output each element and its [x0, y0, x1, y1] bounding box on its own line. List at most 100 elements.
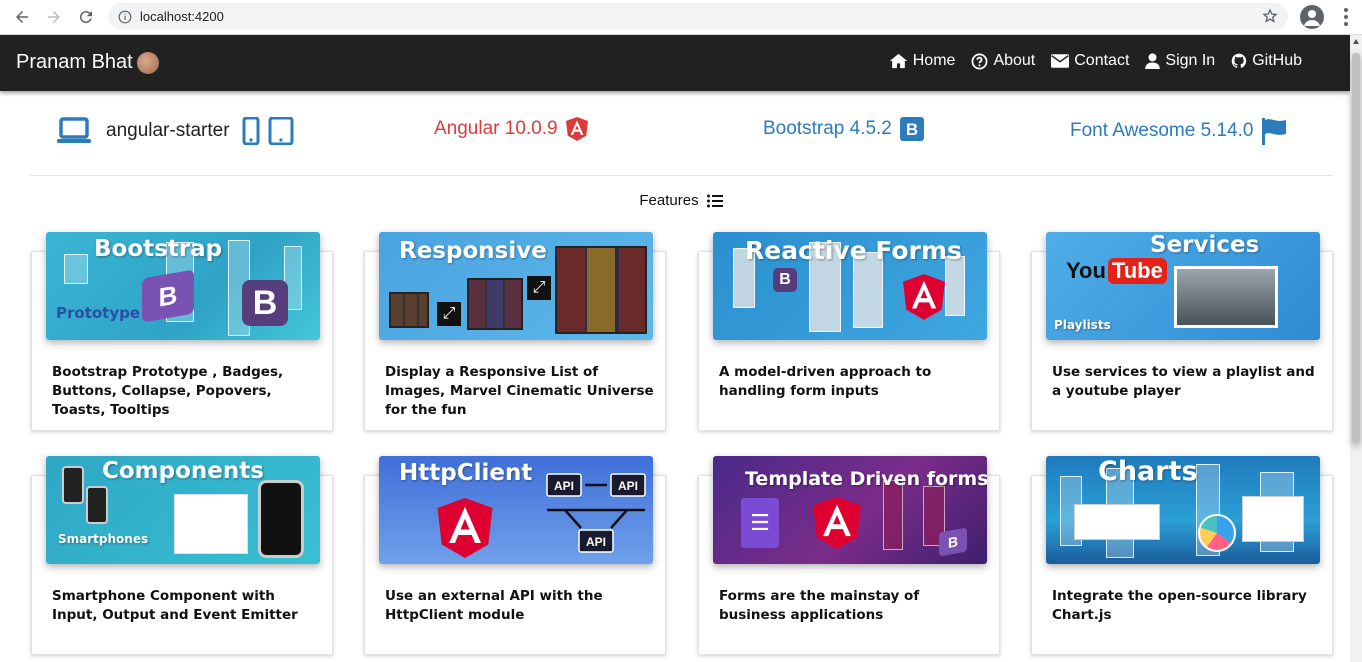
api-label: API: [586, 535, 606, 549]
tech-fontawesome-label[interactable]: Font Awesome 5.14.0: [1070, 120, 1253, 142]
tech-bootstrap-label[interactable]: Bootstrap 4.5.2: [763, 118, 892, 140]
feature-card-services[interactable]: Services You Tube Playlists Use services …: [1031, 232, 1333, 431]
card-description: Display a Responsive List of Images, Mar…: [385, 364, 654, 418]
card-image-responsive[interactable]: Responsive ⤢ ⤢: [379, 232, 653, 340]
card-image-template-forms[interactable]: Template Driven forms ☰ B: [713, 456, 987, 564]
forward-arrow-icon[interactable]: [38, 1, 70, 33]
feature-card-httpclient[interactable]: HttpClient API API API Use an external A…: [364, 456, 666, 655]
profile-icon[interactable]: [1300, 5, 1324, 29]
card-image-services[interactable]: Services You Tube Playlists: [1046, 232, 1320, 340]
api-network-icon: API API API: [546, 473, 646, 553]
angular-logo-icon: [565, 117, 588, 141]
browser-toolbar: localhost:4200: [0, 0, 1362, 35]
api-label: API: [618, 479, 638, 493]
brand-name[interactable]: Pranam Bhat: [16, 51, 133, 74]
page-scrollbar[interactable]: [1350, 35, 1362, 662]
github-icon: [1231, 53, 1247, 68]
star-icon[interactable]: [1262, 8, 1278, 29]
tech-angular[interactable]: Angular 10.0.9: [434, 117, 588, 141]
list-icon: [706, 194, 723, 207]
scroll-up-arrow-icon[interactable]: [1353, 39, 1359, 44]
expand-arrows-icon: ⤢: [527, 276, 551, 300]
back-arrow-icon[interactable]: [6, 1, 38, 33]
feature-card-template-forms[interactable]: Template Driven forms ☰ B Forms are the …: [698, 456, 1000, 655]
card-image-charts[interactable]: Charts: [1046, 456, 1320, 564]
card-image-components[interactable]: Components Smartphones: [46, 456, 320, 564]
nav-about[interactable]: About: [971, 52, 1035, 70]
nav-links: Home About Contact Sign In GitHub: [889, 52, 1302, 70]
youtube-logo-text-tube: Tube: [1107, 258, 1167, 284]
features-heading: Features: [0, 192, 1362, 209]
info-icon[interactable]: [118, 10, 132, 24]
card-title: Reactive Forms: [745, 236, 962, 265]
kebab-menu-icon[interactable]: [1336, 6, 1356, 28]
expand-arrows-icon: ⤢: [437, 302, 461, 326]
avatar-emoji-icon: [136, 51, 159, 74]
nav-github[interactable]: GitHub: [1231, 52, 1302, 70]
feature-card-charts[interactable]: Charts Integrate the open-source library…: [1031, 456, 1333, 655]
divider: [30, 175, 1334, 176]
app-navbar: Pranam Bhat Home About Contact Sign In G…: [0, 35, 1350, 91]
card-title: HttpClient: [399, 460, 533, 486]
angular-logo-icon: [903, 274, 945, 320]
smartphones-icon: [86, 486, 108, 524]
component-grid: [174, 494, 248, 554]
nav-home[interactable]: Home: [889, 52, 956, 70]
features-title: Features: [639, 192, 699, 209]
movie-posters-grid: [555, 246, 647, 334]
tech-angular-label[interactable]: Angular 10.0.9: [434, 118, 558, 140]
nav-signin[interactable]: Sign In: [1145, 52, 1215, 70]
card-description: Smartphone Component with Input, Output …: [52, 588, 298, 623]
laptop-icon: [57, 117, 91, 143]
tablet-icon: [268, 117, 294, 145]
movie-posters-grid: [467, 278, 523, 330]
feature-card-responsive[interactable]: Responsive ⤢ ⤢ Display a Responsive List…: [364, 232, 666, 431]
mobile-icon: [242, 117, 260, 145]
card-description: Use an external API with the HttpClient …: [385, 588, 603, 623]
nav-contact-label: Contact: [1074, 52, 1130, 69]
brand[interactable]: Pranam Bhat: [16, 51, 159, 74]
card-description: Integrate the open-source library Chart.…: [1052, 588, 1307, 623]
feature-card-reactive-forms[interactable]: Reactive Forms B A model-driven approach…: [698, 232, 1000, 431]
scrollbar-thumb[interactable]: [1352, 53, 1360, 443]
address-bar[interactable]: localhost:4200: [108, 3, 1288, 30]
card-subtitle: Playlists: [1054, 318, 1111, 332]
card-description: A model-driven approach to handling form…: [719, 364, 932, 399]
tech-bootstrap[interactable]: Bootstrap 4.5.2 B: [763, 117, 924, 141]
tech-fontawesome[interactable]: Font Awesome 5.14.0: [1070, 117, 1287, 145]
card-image-bootstrap[interactable]: Bootstrap Prototype B B: [46, 232, 320, 340]
envelope-icon: [1051, 54, 1070, 68]
nav-home-label: Home: [912, 52, 956, 69]
bootstrap-logo-icon: B: [142, 269, 194, 323]
home-icon: [889, 53, 907, 69]
card-image-reactive-forms[interactable]: Reactive Forms B: [713, 232, 987, 340]
nav-signin-label: Sign In: [1165, 52, 1216, 69]
nav-contact[interactable]: Contact: [1051, 52, 1129, 70]
bar-chart-icon: [1074, 504, 1160, 540]
nav-github-label: GitHub: [1252, 52, 1302, 69]
card-title: Responsive: [399, 238, 547, 264]
user-icon: [1145, 53, 1161, 69]
card-image-httpclient[interactable]: HttpClient API API API: [379, 456, 653, 564]
url-text[interactable]: localhost:4200: [140, 9, 224, 24]
card-title: Components: [102, 458, 264, 484]
tech-stack-row: angular-starter Angular 10.0.9 Bootstrap…: [0, 91, 1350, 175]
movie-posters-grid: [389, 292, 429, 328]
smartphones-icon: [62, 466, 84, 504]
bootstrap-logo-icon: B: [242, 280, 288, 326]
angular-logo-icon: [437, 498, 493, 558]
card-subtitle: Smartphones: [58, 532, 149, 546]
iphone-icon: [258, 480, 304, 558]
feature-card-bootstrap[interactable]: Bootstrap Prototype B B Bootstrap Protot…: [31, 232, 333, 431]
reload-icon[interactable]: [70, 1, 102, 33]
card-description: Bootstrap Prototype , Badges, Buttons, C…: [52, 364, 284, 418]
card-description: Forms are the mainstay of business appli…: [719, 588, 920, 623]
card-subtitle: Prototype: [56, 304, 141, 322]
bootstrap-logo-icon: B: [899, 117, 924, 141]
api-label: API: [554, 479, 574, 493]
card-title: Charts: [1098, 456, 1198, 487]
bootstrap-logo-icon: B: [939, 527, 967, 557]
feature-card-components[interactable]: Components Smartphones Smartphone Compon…: [31, 456, 333, 655]
card-title: Bootstrap: [94, 236, 223, 262]
question-circle-icon: [971, 53, 988, 69]
